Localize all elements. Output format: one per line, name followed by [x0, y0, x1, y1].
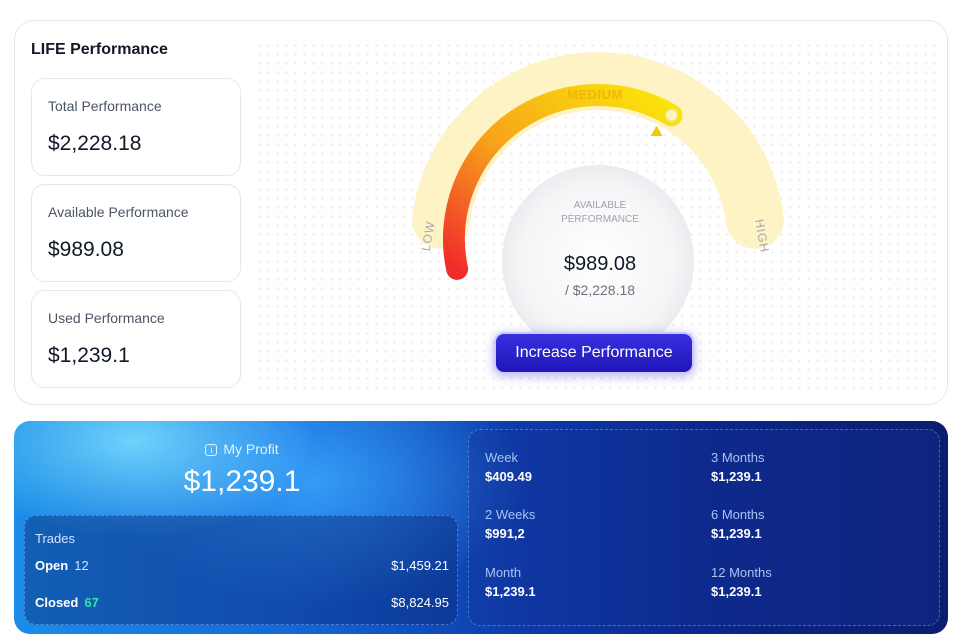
performance-card: LIFE Performance Total Performance $2,22… — [14, 20, 948, 405]
period-value: $409.49 — [485, 469, 532, 484]
period-value: $1,239.1 — [485, 584, 536, 599]
gauge-label-medium: MEDIUM — [567, 87, 623, 102]
period-week: Week $409.49 — [485, 450, 685, 484]
closed-count: 67 — [84, 595, 99, 610]
period-label: 3 Months — [711, 450, 765, 465]
gauge-value: $989.08 — [563, 253, 637, 275]
period-2-weeks: 2 Weeks $991,2 — [485, 507, 685, 541]
period-label: 12 Months — [711, 565, 772, 580]
closed-amount: $8,824.95 — [391, 595, 449, 610]
profit-title: My Profit — [223, 441, 279, 457]
gauge-caption: AVAILABLE PERFORMANCE — [561, 200, 639, 225]
trade-row-closed: Closed 67 $8,824.95 — [35, 595, 449, 613]
trades-title: Trades — [35, 531, 75, 546]
period-label: 6 Months — [711, 507, 765, 522]
profit-header: i My Profit — [14, 441, 470, 457]
gauge-marker-icon — [650, 126, 663, 136]
trades-box: Trades Open 12 $1,459.21 Closed 67 $8,824.… — [24, 515, 458, 625]
closed-label: Closed — [35, 595, 79, 610]
period-value: $1,239.1 — [711, 526, 762, 541]
period-value: $991,2 — [485, 526, 525, 541]
period-value: $1,239.1 — [711, 469, 762, 484]
profit-panel: i My Profit $1,239.1 Trades Open 12 $1,459… — [14, 421, 948, 634]
period-12-months: 12 Months $1,239.1 — [711, 565, 911, 599]
gauge-knob — [664, 108, 679, 122]
increase-performance-button[interactable]: Increase Performance — [494, 332, 694, 374]
periods-box: Week $409.49 3 Months $1,239.1 2 Weeks $… — [468, 429, 940, 626]
period-label: Week — [485, 450, 518, 465]
period-value: $1,239.1 — [711, 584, 762, 599]
performance-gauge — [412, 52, 784, 357]
period-label: Month — [485, 565, 522, 580]
period-6-months: 6 Months $1,239.1 — [711, 507, 911, 541]
trade-row-open: Open 12 $1,459.21 — [35, 558, 449, 576]
period-3-months: 3 Months $1,239.1 — [711, 450, 911, 484]
gauge-total: / $2,228.18 — [564, 282, 636, 298]
info-icon[interactable]: i — [205, 444, 218, 457]
open-amount: $1,459.21 — [391, 558, 449, 573]
period-month: Month $1,239.1 — [485, 565, 685, 599]
profit-value: $1,239.1 — [183, 465, 301, 498]
open-label: Open — [35, 558, 69, 573]
open-count: 12 — [74, 558, 89, 573]
period-label: 2 Weeks — [485, 507, 536, 522]
